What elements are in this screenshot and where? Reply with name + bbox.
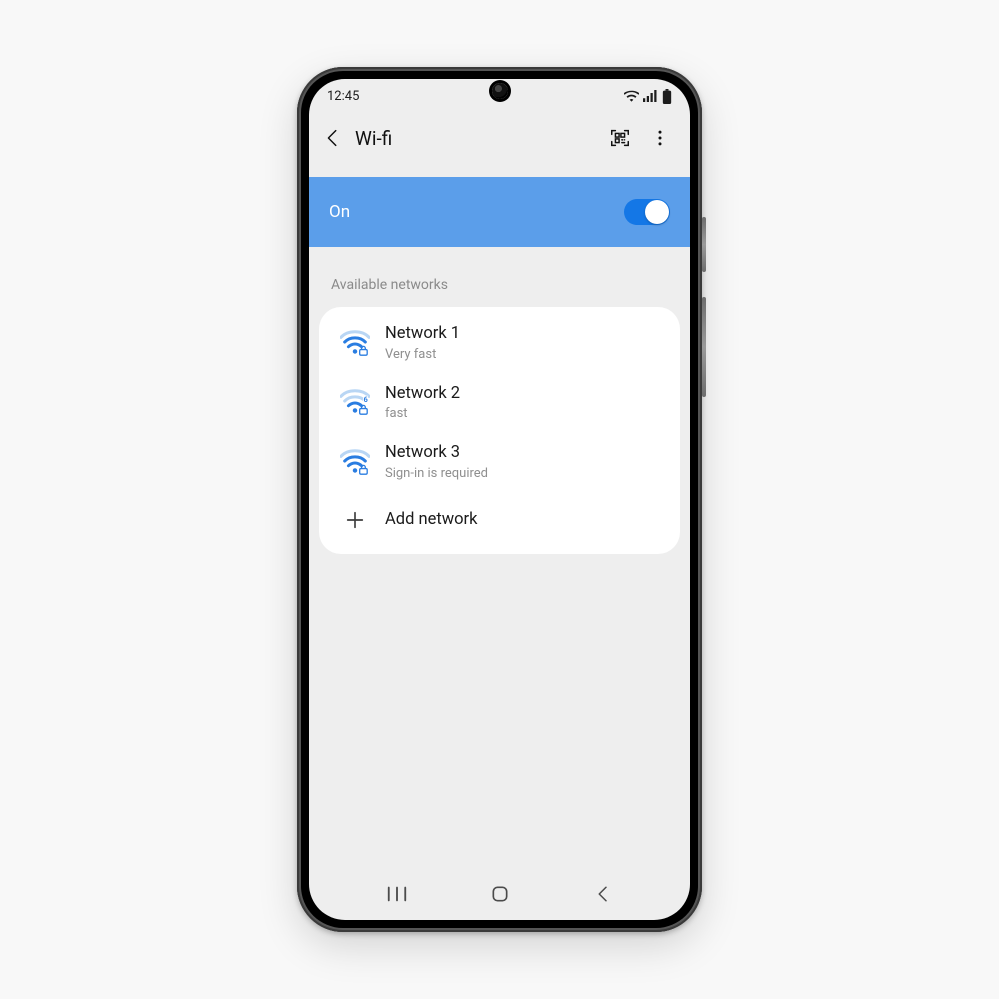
add-network-button[interactable]: Add network — [319, 492, 680, 548]
recents-icon — [386, 885, 408, 903]
wifi6-secure-icon: 6 — [340, 389, 370, 415]
battery-icon — [662, 89, 672, 104]
network-speed: Very fast — [385, 347, 460, 362]
phone-side-button — [702, 297, 706, 397]
network-item[interactable]: Network 1 Very fast — [319, 313, 680, 373]
wifi-toggle-label: On — [329, 202, 350, 222]
back-button[interactable] — [313, 118, 353, 158]
networks-card: Network 1 Very fast 6 — [319, 307, 680, 554]
nav-recents-button[interactable] — [352, 874, 442, 914]
network-item[interactable]: 6 Network 2 fast — [319, 373, 680, 433]
status-icons — [624, 89, 672, 104]
more-menu-button[interactable] — [640, 118, 680, 158]
wifi-toggle-switch[interactable] — [624, 199, 670, 225]
wifi-secure-icon — [340, 330, 370, 356]
nav-home-button[interactable] — [455, 874, 545, 914]
plus-icon — [344, 509, 366, 531]
chevron-left-icon — [322, 127, 344, 149]
qr-scan-button[interactable] — [600, 118, 640, 158]
home-icon — [490, 884, 510, 904]
page-title: Wi-fi — [355, 127, 392, 150]
wifi-status-icon — [624, 90, 639, 102]
chevron-left-icon — [594, 885, 612, 903]
system-nav-bar — [309, 874, 690, 920]
add-network-label: Add network — [385, 510, 478, 531]
network-status: Sign-in is required — [385, 466, 488, 481]
wifi-master-toggle-row[interactable]: On — [309, 177, 690, 247]
phone-camera-cutout — [492, 83, 508, 99]
section-header: Available networks — [309, 247, 690, 307]
network-name: Network 2 — [385, 384, 460, 405]
app-bar: Wi-fi — [309, 113, 690, 163]
more-vertical-icon — [650, 128, 670, 148]
status-time: 12:45 — [327, 89, 359, 104]
network-name: Network 1 — [385, 324, 460, 345]
svg-text:6: 6 — [363, 395, 368, 404]
wifi-secure-icon — [340, 449, 370, 475]
phone-side-button — [702, 217, 706, 272]
switch-knob — [645, 200, 669, 224]
network-speed: fast — [385, 406, 460, 421]
phone-frame: 12:45 — [297, 67, 702, 932]
qr-scan-icon — [609, 127, 631, 149]
nav-back-button[interactable] — [558, 874, 648, 914]
network-name: Network 3 — [385, 443, 488, 464]
phone-screen: 12:45 — [309, 79, 690, 920]
signal-icon — [643, 90, 658, 102]
network-item[interactable]: Network 3 Sign-in is required — [319, 432, 680, 492]
